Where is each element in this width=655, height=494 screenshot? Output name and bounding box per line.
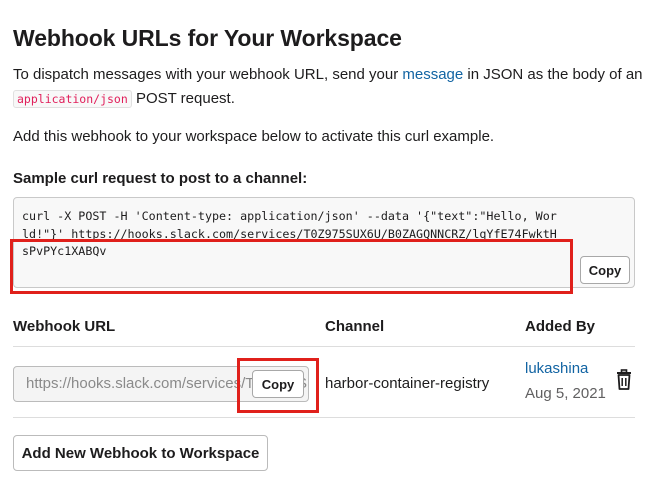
curl-code-text: curl -X POST -H 'Content-type: applicati… bbox=[22, 209, 557, 258]
added-by-user-link[interactable]: lukashina bbox=[525, 360, 588, 377]
sample-curl-label: Sample curl request to post to a channel… bbox=[13, 170, 308, 187]
added-date: Aug 5, 2021 bbox=[525, 385, 606, 402]
intro-text-middle: in JSON as the body of an bbox=[463, 66, 643, 83]
column-header-channel: Channel bbox=[325, 318, 385, 335]
copy-curl-button[interactable]: Copy bbox=[580, 256, 630, 284]
intro-paragraph: To dispatch messages with your webhook U… bbox=[13, 63, 643, 111]
message-link[interactable]: message bbox=[402, 66, 463, 83]
content-type-code: application/json bbox=[13, 90, 132, 108]
intro-text-after: POST request. bbox=[131, 90, 235, 107]
trash-icon[interactable] bbox=[614, 369, 634, 391]
intro-text-before: To dispatch messages with your webhook U… bbox=[13, 66, 403, 83]
curl-code-block: curl -X POST -H 'Content-type: applicati… bbox=[13, 197, 635, 288]
copy-webhook-url-button[interactable]: Copy bbox=[252, 370, 304, 398]
add-new-webhook-button[interactable]: Add New Webhook to Workspace bbox=[13, 435, 268, 471]
activate-instructions: Add this webhook to your workspace below… bbox=[13, 128, 495, 145]
table-row-divider bbox=[13, 417, 635, 418]
column-header-webhook-url: Webhook URL bbox=[13, 318, 116, 335]
column-header-added-by: Added By bbox=[525, 318, 596, 335]
page-title: Webhook URLs for Your Workspace bbox=[13, 25, 402, 51]
channel-name: harbor-container-registry bbox=[325, 375, 490, 392]
table-header-divider bbox=[13, 346, 635, 347]
